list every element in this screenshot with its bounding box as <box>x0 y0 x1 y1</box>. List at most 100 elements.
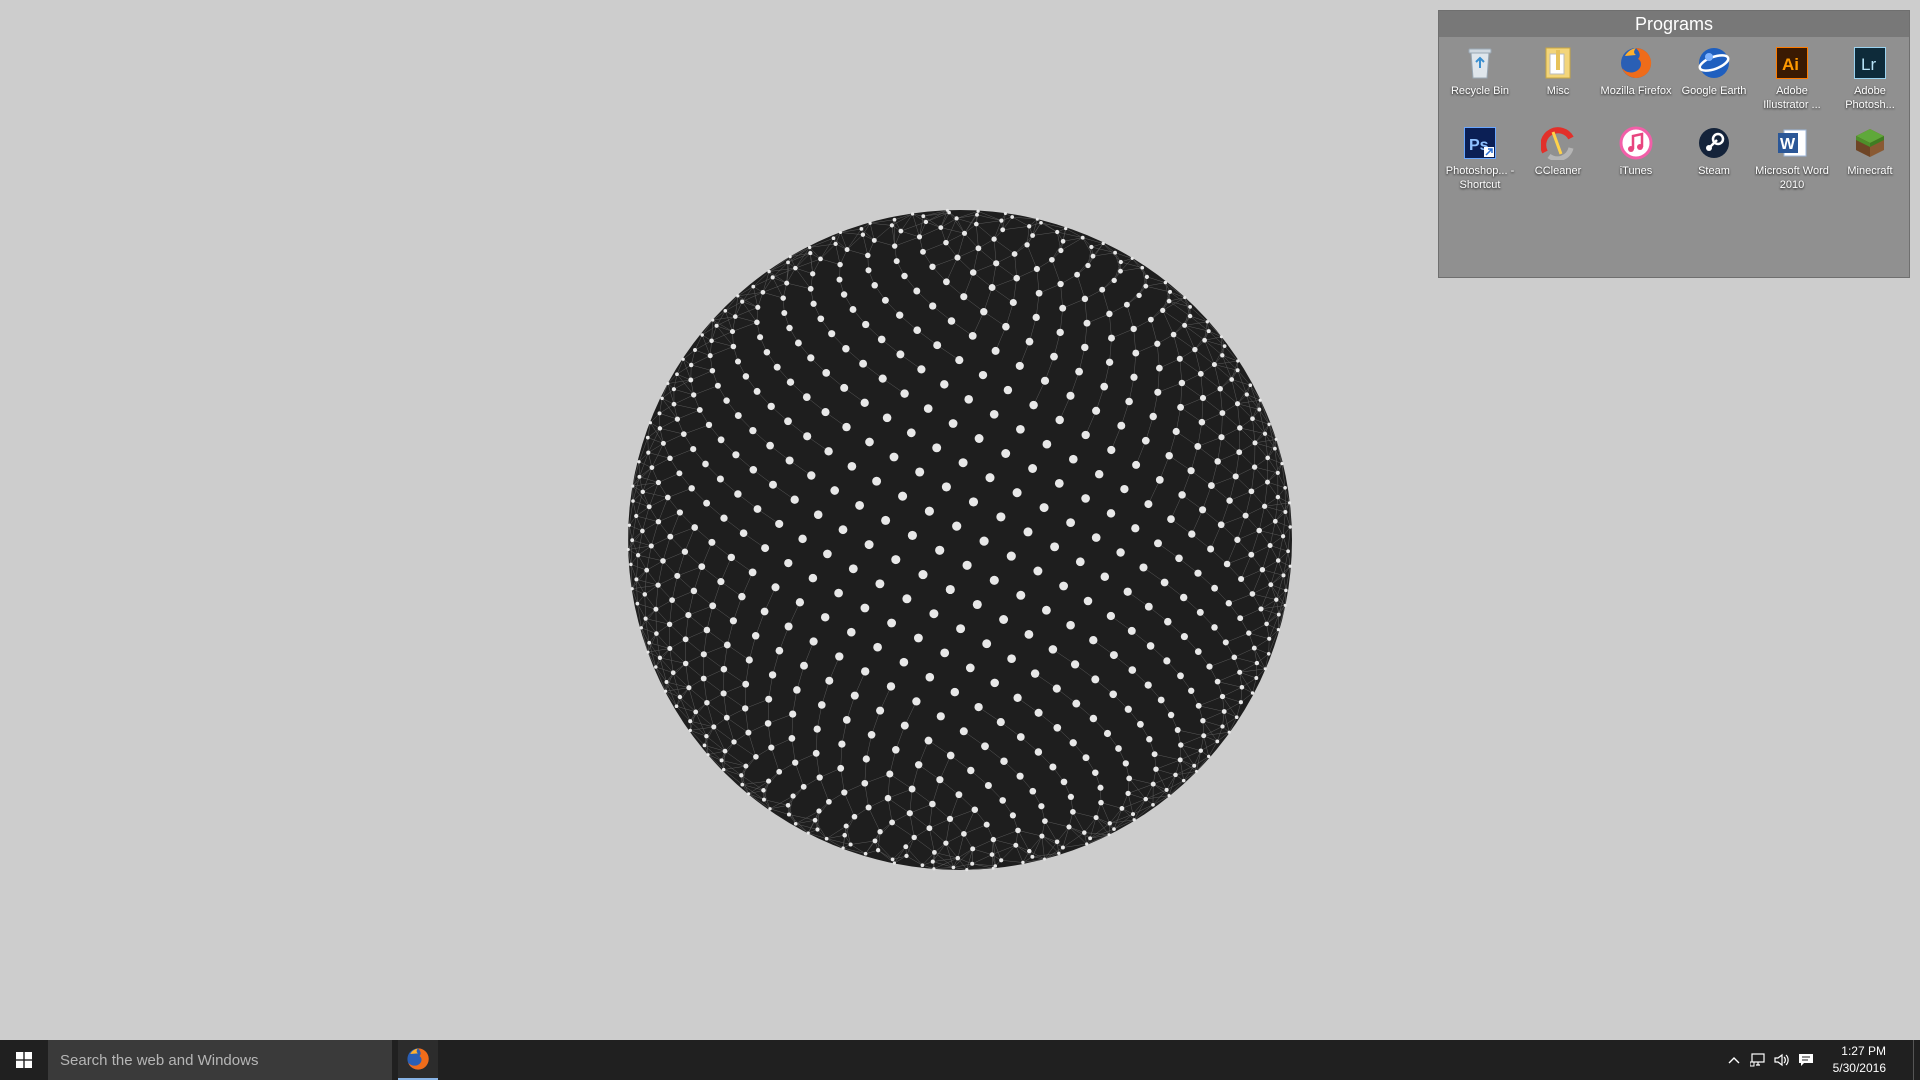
sphere-dot <box>891 243 898 249</box>
sphere-dot <box>655 479 662 486</box>
sphere-dot <box>946 751 955 760</box>
clock[interactable]: 1:27 PM 5/30/2016 <box>1833 1043 1886 1077</box>
sphere-dot <box>740 299 745 304</box>
icon-label: Photoshop... - Shortcut <box>1445 165 1515 191</box>
sphere-dot <box>745 729 752 736</box>
sphere-dot <box>914 761 923 769</box>
sphere-dot <box>1242 512 1249 519</box>
sphere-dot <box>667 533 674 540</box>
sphere-dot <box>884 794 892 802</box>
desktop-icon-itunes[interactable]: iTunes <box>1597 121 1675 201</box>
sphere-dot <box>730 343 737 350</box>
desktop-icon-steam[interactable]: Steam <box>1675 121 1753 201</box>
sphere-dot <box>670 670 676 676</box>
sphere-dot <box>648 421 653 425</box>
sphere-dot <box>1180 593 1188 602</box>
sphere-dot <box>770 275 775 280</box>
sphere-dot <box>808 573 818 583</box>
sphere-dot <box>693 348 697 352</box>
sphere-dot <box>932 443 942 453</box>
sphere-dot <box>688 728 692 733</box>
desktop-icon-google-earth[interactable]: Google Earth <box>1675 41 1753 121</box>
chevron-up-icon[interactable] <box>1723 1040 1745 1080</box>
desktop-icon-illustrator[interactable]: Ai Adobe Illustrator ... <box>1753 41 1831 121</box>
sphere-dot <box>767 269 771 274</box>
show-desktop-button[interactable] <box>1913 1040 1920 1080</box>
desktop-icon-ccleaner[interactable]: CCleaner <box>1519 121 1597 201</box>
desktop-icon-adobe-photoshop[interactable]: Lr Adobe Photosh... <box>1831 41 1909 121</box>
sphere-dot <box>1097 784 1104 791</box>
sphere-dot <box>838 230 843 235</box>
sphere-dot <box>1262 431 1268 436</box>
sphere-dot <box>714 382 721 389</box>
sphere-dot <box>635 553 641 558</box>
sphere-dot <box>1154 539 1162 548</box>
desktop-icon-recycle-bin[interactable]: Recycle Bin <box>1441 41 1519 121</box>
sphere-dot <box>1250 691 1255 695</box>
sphere-dot <box>1055 229 1060 235</box>
sphere-dot <box>842 716 851 724</box>
search-box[interactable]: Search the web and Windows <box>48 1040 392 1080</box>
sphere-dot <box>1167 711 1175 719</box>
sphere-dot <box>1030 669 1040 678</box>
sphere-dot <box>639 626 643 630</box>
sphere-dot <box>1126 775 1133 782</box>
sphere-dot <box>1082 830 1087 835</box>
programs-fence[interactable]: Programs Recycle Bin Misc Mozilla Firefo… <box>1438 10 1910 278</box>
sphere-dot <box>1173 772 1178 778</box>
taskbar-app-firefox[interactable] <box>398 1040 438 1080</box>
sphere-dot <box>1287 501 1292 505</box>
sphere-dot <box>936 712 945 721</box>
sphere-dot <box>911 212 915 216</box>
sphere-dot <box>989 852 995 857</box>
desktop-icon-word[interactable]: W Microsoft Word 2010 <box>1753 121 1831 201</box>
sphere-dot <box>913 287 921 295</box>
sphere-dot <box>1198 418 1206 426</box>
sphere-dot <box>700 651 707 658</box>
sphere-dot <box>669 597 675 603</box>
sphere-dot <box>1239 685 1245 690</box>
fence-title[interactable]: Programs <box>1439 11 1909 38</box>
sphere-dot <box>1263 667 1267 671</box>
sphere-dot <box>1187 467 1195 475</box>
sphere-dot <box>991 346 1000 355</box>
sphere-dot <box>898 491 908 501</box>
desktop-icon-misc[interactable]: Misc <box>1519 41 1597 121</box>
icon-label: Misc <box>1546 85 1570 97</box>
sphere-dot <box>1016 733 1025 741</box>
sphere-dot <box>1194 648 1202 655</box>
icon-label: Microsoft Word 2010 <box>1755 165 1829 191</box>
desktop-icon-minecraft[interactable]: Minecraft <box>1831 121 1909 201</box>
sphere-dot <box>906 428 916 438</box>
sphere-dot <box>773 363 781 371</box>
sphere-dot <box>1131 524 1140 533</box>
sphere-dot <box>1177 757 1183 763</box>
sphere-dot <box>1264 621 1269 627</box>
sphere-dot <box>896 350 905 359</box>
sphere-dot <box>705 421 713 429</box>
sphere-dot <box>1054 479 1064 488</box>
sphere-dot <box>1088 836 1093 841</box>
sphere-dot <box>1207 545 1215 553</box>
sphere-dot <box>821 408 830 417</box>
desktop-icon-firefox[interactable]: Mozilla Firefox <box>1597 41 1675 121</box>
volume-icon[interactable] <box>1771 1040 1793 1080</box>
sphere-dot <box>1146 642 1155 650</box>
network-icon[interactable] <box>1747 1040 1769 1080</box>
sphere-dot <box>1237 615 1244 622</box>
sphere-dot <box>847 461 857 471</box>
sphere-dot <box>861 779 869 787</box>
sphere-dot <box>1219 335 1223 339</box>
sphere-dot <box>982 639 992 649</box>
sphere-dot <box>872 476 882 486</box>
start-button[interactable] <box>0 1040 48 1080</box>
action-center-icon[interactable] <box>1795 1040 1817 1080</box>
sphere-dot <box>1116 548 1125 557</box>
sphere-dot <box>873 642 882 652</box>
sphere-dot <box>738 592 746 601</box>
sphere-dot <box>784 280 790 286</box>
sphere-dot <box>1003 385 1013 395</box>
ccleaner-icon <box>1540 125 1576 161</box>
sphere-dot <box>959 727 968 736</box>
desktop-icon-photoshop-shortcut[interactable]: Ps Photoshop... - Shortcut <box>1441 121 1519 201</box>
